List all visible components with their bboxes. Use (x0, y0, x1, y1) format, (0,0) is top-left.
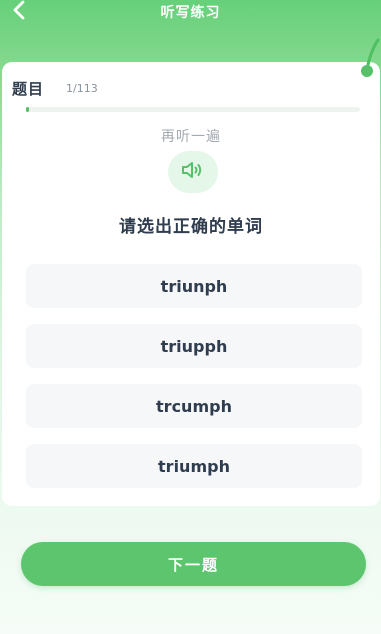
question-counter: 1/113 (66, 82, 98, 95)
page-title: 听写练习 (160, 5, 221, 21)
replay-label[interactable]: 再听一遍 (2, 126, 380, 146)
option-label: triumph (158, 456, 230, 476)
instruction-text: 请选出正确的单词 (119, 217, 263, 237)
question-label: 题目 (12, 80, 45, 98)
option-label: trcumph (156, 396, 232, 416)
next-question-button[interactable]: 下一题 (21, 542, 366, 586)
speaker-icon (180, 160, 206, 184)
progress-bar (26, 107, 360, 112)
option-label: triupph (160, 336, 228, 356)
option-button[interactable]: triunph (26, 264, 362, 308)
progress-fill (26, 107, 29, 112)
option-button[interactable]: trcumph (26, 384, 362, 428)
play-audio-button[interactable] (168, 151, 218, 193)
option-label: triunph (160, 276, 228, 296)
header-bar: 听写练习 (0, 0, 381, 26)
option-button[interactable]: triumph (26, 444, 362, 488)
decorative-pin-icon (348, 38, 381, 78)
option-button[interactable]: triupph (26, 324, 362, 368)
question-card: 题目 1/113 再听一遍 请选出正确的单词 triunph triupph t… (2, 62, 380, 506)
next-button-label: 下一题 (167, 555, 219, 574)
